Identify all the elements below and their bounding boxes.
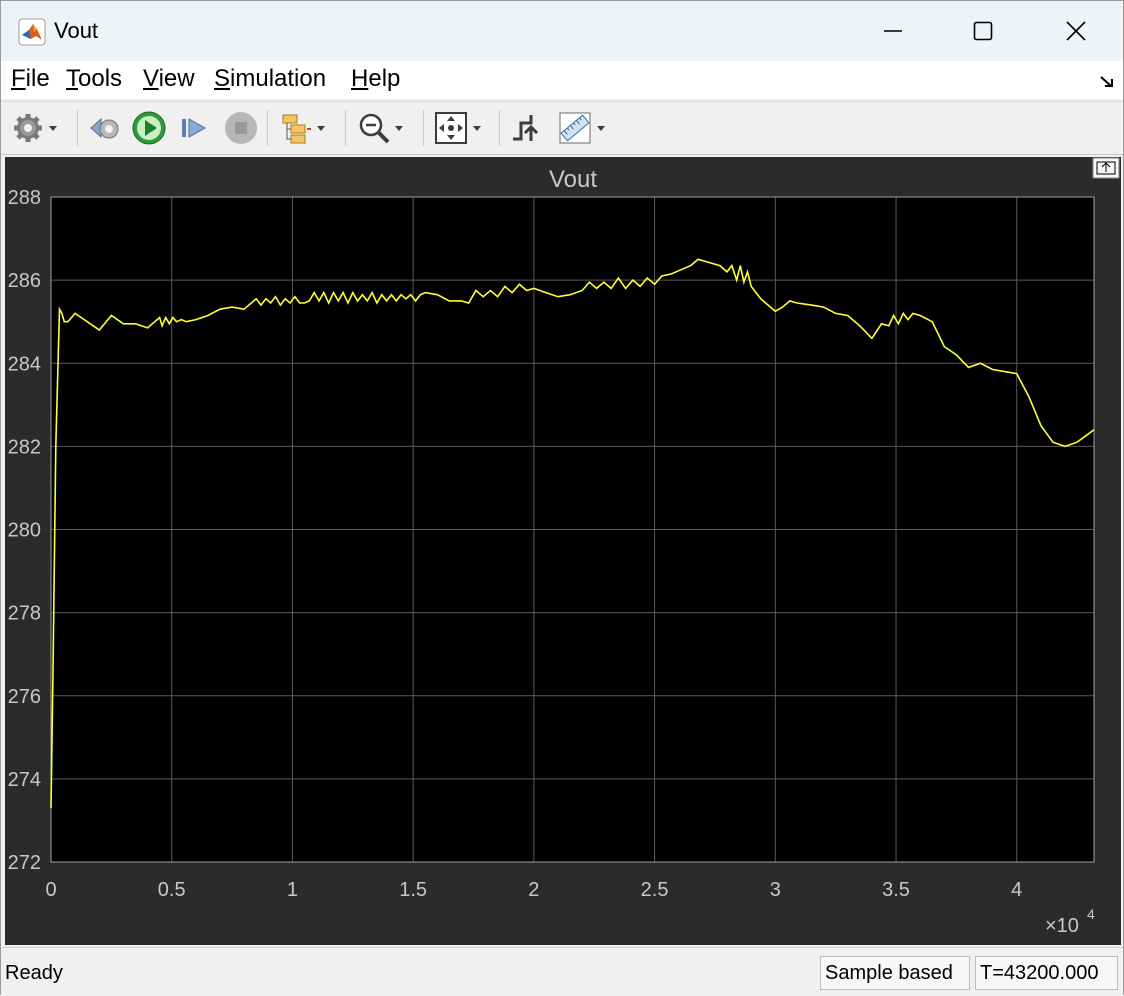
minimize-icon <box>884 30 902 32</box>
y-tick-label: 282 <box>8 436 41 458</box>
x-tick-label: 0 <box>45 879 56 901</box>
toolbar-separator <box>499 110 500 146</box>
menu-help-mnemonic: H <box>351 65 369 92</box>
y-tick-label: 284 <box>8 353 41 375</box>
triggers-icon <box>513 115 539 141</box>
minimize-button[interactable] <box>870 11 916 51</box>
scope-plot[interactable]: Vout 0 0.5 1 1.5 2 2.5 3 3.5 4 272 274 276 278 280 28… <box>5 157 1121 945</box>
zoom-dropdown-caret[interactable] <box>395 125 403 131</box>
sim-time-text: T=43200.000 <box>980 961 1099 984</box>
window-title: Vout <box>54 18 99 43</box>
y-tick-label: 288 <box>8 187 41 209</box>
menu-view-label: iew <box>158 65 195 92</box>
sample-mode-text: Sample based <box>825 961 953 984</box>
status-ready-text: Ready <box>5 962 63 984</box>
title-bar: Vout <box>1 1 1123 61</box>
y-tick-label: 278 <box>8 603 41 625</box>
fit-to-view-icon <box>435 112 467 144</box>
sim-time-indicator: T=43200.000 <box>975 956 1118 990</box>
settings-dropdown-caret[interactable] <box>49 125 57 131</box>
menu-bar: File Tools View Simulation Help <box>1 61 1123 99</box>
menu-file[interactable]: File <box>11 65 50 93</box>
maximize-button[interactable] <box>960 11 1006 51</box>
signal-hierarchy-button[interactable] <box>279 110 325 146</box>
menu-tools[interactable]: Tools <box>66 65 122 93</box>
zoom-icon <box>359 113 390 144</box>
y-tick-labels: 272 274 276 278 280 282 284 286 288 <box>8 187 41 874</box>
menu-simulation-mnemonic: S <box>214 65 231 92</box>
scope-display: Vout 0 0.5 1 1.5 2 2.5 3 3.5 4 272 274 276 278 280 28… <box>5 157 1121 945</box>
y-tick-label: 272 <box>8 852 41 874</box>
x-axis-exponent-power: 4 <box>1087 906 1095 922</box>
zoom-button[interactable] <box>357 110 403 146</box>
gear-icon <box>14 114 42 142</box>
toolbar-separator <box>267 110 268 146</box>
menu-file-mnemonic: F <box>11 65 26 92</box>
menu-simulation[interactable]: Simulation <box>214 65 326 93</box>
step-forward-button[interactable] <box>177 110 211 146</box>
measurements-button[interactable] <box>557 110 605 146</box>
close-icon <box>1066 21 1086 41</box>
toolbar-separator <box>345 110 346 146</box>
run-button[interactable] <box>131 110 167 146</box>
x-tick-label: 3 <box>770 879 781 901</box>
x-tick-labels: 0 0.5 1 1.5 2 2.5 3 3.5 4 <box>45 879 1022 901</box>
menu-tools-mnemonic: T <box>66 65 78 92</box>
measurements-icon <box>559 112 591 144</box>
scope-window: Vout File Tools View Simulation Help Vou… <box>0 0 1124 996</box>
menu-help-label: elp <box>368 65 401 92</box>
x-tick-label: 2 <box>528 879 539 901</box>
step-back-icon <box>90 117 119 139</box>
step-forward-icon <box>182 118 207 138</box>
stop-icon <box>225 112 257 144</box>
chart-title: Vout <box>549 166 597 193</box>
menu-tools-label: ools <box>78 65 123 92</box>
x-tick-label: 4 <box>1011 879 1022 901</box>
run-icon <box>132 111 166 145</box>
toolbar-separator <box>423 110 424 146</box>
menu-help[interactable]: Help <box>351 65 400 93</box>
triggers-button[interactable] <box>509 110 543 146</box>
x-tick-label: 2.5 <box>641 879 669 901</box>
status-bar: Ready Sample based T=43200.000 <box>1 947 1123 996</box>
y-tick-label: 280 <box>8 520 41 542</box>
sample-mode-indicator: Sample based <box>820 956 970 990</box>
menu-view-mnemonic: V <box>143 65 159 92</box>
maximize-icon <box>973 21 993 41</box>
toolbar <box>1 101 1123 155</box>
x-axis-exponent: ×10 <box>1045 915 1079 937</box>
fit-to-view-button[interactable] <box>433 110 481 146</box>
dock-arrow-icon[interactable] <box>1099 73 1115 89</box>
x-tick-label: 0.5 <box>158 879 186 901</box>
step-back-button[interactable] <box>87 110 123 146</box>
x-tick-label: 3.5 <box>882 879 910 901</box>
stop-button[interactable] <box>223 110 259 146</box>
menu-view[interactable]: View <box>143 65 195 93</box>
signal-hierarchy-icon <box>282 114 311 144</box>
settings-button[interactable] <box>11 110 57 146</box>
y-tick-label: 276 <box>8 686 41 708</box>
measurements-dropdown-caret[interactable] <box>597 125 605 131</box>
undock-button[interactable] <box>1092 157 1120 179</box>
menu-file-label: ile <box>25 65 50 92</box>
menu-simulation-label: imulation <box>230 65 327 92</box>
matlab-logo-icon <box>18 18 46 46</box>
signal-hierarchy-dropdown-caret[interactable] <box>317 125 325 131</box>
fit-to-view-dropdown-caret[interactable] <box>473 125 481 131</box>
close-button[interactable] <box>1053 11 1099 51</box>
y-tick-label: 286 <box>8 270 41 292</box>
toolbar-separator <box>77 110 78 146</box>
x-tick-label: 1.5 <box>399 879 427 901</box>
y-tick-label: 274 <box>8 769 41 791</box>
x-tick-label: 1 <box>287 879 298 901</box>
